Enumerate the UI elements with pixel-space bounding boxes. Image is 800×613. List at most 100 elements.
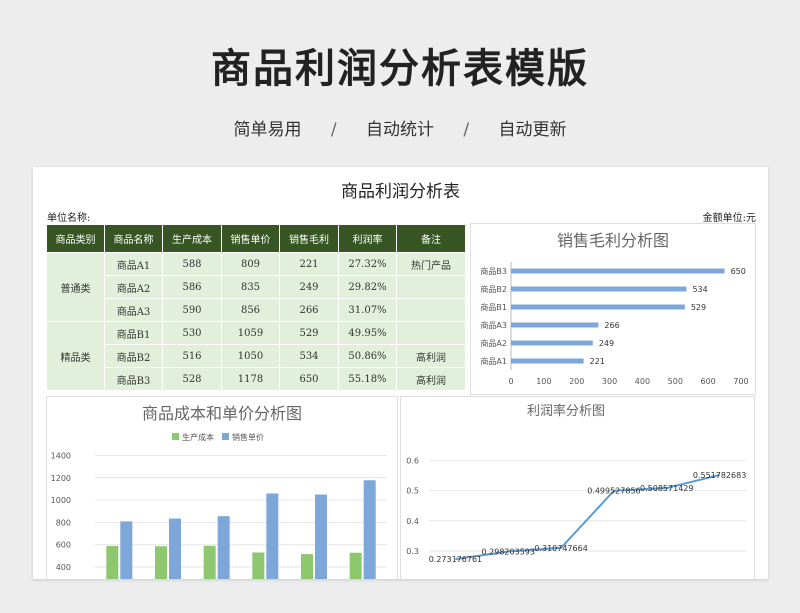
name-cell: 商品B3: [104, 367, 163, 391]
table-row: 商品B2 516 1050 534 50.86% 高利润: [47, 344, 466, 368]
y-tick-label: 商品B3: [480, 266, 507, 276]
price-cell: 856: [221, 298, 280, 322]
rate-cell: 31.07%: [338, 298, 397, 322]
table-row: 商品B3 528 1178 650 55.18% 高利润: [47, 367, 466, 391]
name-cell: 商品A2: [104, 275, 163, 299]
bar: [217, 516, 230, 579]
name-cell: 商品B1: [104, 321, 163, 345]
legend-label: 生产成本: [182, 432, 214, 442]
column-header: 商品名称: [104, 224, 163, 253]
bar: [252, 552, 265, 579]
bar: [511, 304, 685, 310]
data-label: 249: [599, 339, 614, 348]
note-cell: 高利润: [396, 344, 466, 368]
table-row: 商品A3 590 856 266 31.07%: [47, 298, 466, 322]
x-tick-label: 500: [668, 377, 683, 386]
bar: [363, 480, 376, 579]
unit-name-label: 单位名称:: [47, 213, 91, 224]
data-label: 266: [604, 321, 619, 330]
name-cell: 商品B2: [104, 344, 163, 368]
cost-cell: 590: [162, 298, 222, 322]
data-label: 221: [590, 357, 605, 366]
x-tick-label: 100: [536, 377, 551, 386]
cost-cell: 530: [162, 321, 222, 345]
profit-rate-chart-svg: 利润率分析图 0.3 0.4 0.5 0.6 0.2731767610.29820359…: [406, 403, 746, 564]
note-cell: [396, 298, 466, 322]
cost-cell: 516: [162, 344, 222, 368]
table-row: 商品A2 586 835 249 29.82%: [47, 275, 466, 299]
gross-profit-chart-svg: 销售毛利分析图 0 100 200 300 400 500 600 700 商品A1 221 商品A…: [480, 231, 748, 386]
data-label: 0.508571429: [640, 484, 693, 493]
data-label: 534: [692, 285, 707, 294]
bar: [511, 358, 584, 364]
price-cell: 809: [221, 252, 280, 276]
column-header: 备注: [396, 224, 466, 253]
y-tick-label: 0.6: [406, 456, 419, 465]
x-tick-label: 700: [733, 377, 748, 386]
y-tick-label: 1400: [51, 452, 71, 461]
sheet-title: 商品利润分析表: [341, 182, 460, 202]
chart-title: 利润率分析图: [527, 403, 605, 419]
column-header: 销售单价: [221, 224, 280, 253]
subtitle-separator: /: [330, 120, 337, 140]
table-row: 精品类 商品B1 530 1059 529 49.95%: [46, 321, 466, 391]
profit-cell: 534: [279, 344, 339, 368]
profit-cell: 650: [279, 367, 339, 391]
legend-swatch: [222, 433, 229, 440]
x-tick-label: 200: [569, 377, 584, 386]
price-cell: 1178: [221, 367, 280, 391]
legend-swatch: [172, 433, 179, 440]
page-title: 商品利润分析表模版: [211, 46, 589, 92]
bar: [301, 554, 313, 579]
y-tick-label: 0.5: [406, 487, 419, 496]
cost-cell: 586: [162, 275, 222, 299]
category-cell: 精品类: [46, 321, 105, 391]
y-tick-label: 400: [56, 563, 71, 572]
y-tick-label: 商品A1: [480, 356, 507, 366]
subtitle-item: 自动更新: [498, 120, 567, 140]
note-cell: 热门产品: [396, 252, 466, 276]
legend-label: 销售单价: [232, 432, 264, 442]
data-label: 0.273176761: [429, 555, 482, 564]
table-header-row: 商品类别 商品名称 生产成本 销售单价 销售毛利 利润率 备注: [46, 224, 466, 253]
y-tick-label: 1200: [51, 474, 71, 483]
data-label: 0.298203593: [482, 548, 535, 557]
profit-table: 商品类别 商品名称 生产成本 销售单价 销售毛利 利润率 备注 普通类 商品A1…: [46, 224, 466, 391]
bar: [315, 494, 327, 579]
column-header: 生产成本: [162, 224, 222, 253]
subtitle: 简单易用 / 自动统计 / 自动更新: [0, 115, 800, 140]
name-cell: 商品A3: [104, 298, 163, 322]
y-tick-label: 0.3: [406, 547, 419, 556]
data-label: 529: [691, 303, 706, 312]
cost-cell: 588: [162, 252, 222, 276]
rate-cell: 49.95%: [338, 321, 397, 345]
chart-title: 销售毛利分析图: [557, 231, 669, 250]
note-cell: [396, 321, 466, 345]
profit-cell: 266: [279, 298, 339, 322]
column-header: 利润率: [338, 224, 397, 253]
profit-rate-chart: 利润率分析图 0.3 0.4 0.5 0.6 0.273176761 0.29820359…: [400, 396, 755, 579]
spreadsheet-preview: 商品利润分析表 单位名称: 金额单位:元 商品类别 商品名称 生产成本 销售单价…: [33, 167, 768, 579]
category-cell: 普通类: [46, 252, 105, 322]
price-cell: 1059: [221, 321, 280, 345]
bar: [511, 268, 725, 274]
rate-cell: 29.82%: [338, 275, 397, 299]
y-tick-label: 商品A3: [480, 320, 507, 330]
bar: [120, 521, 133, 579]
chart-title: 商品成本和单价分析图: [142, 404, 302, 423]
rate-cell: 50.86%: [338, 344, 397, 368]
cost-price-chart: 商品成本和单价分析图 生产成本 销售单价 400 600 800 1000 1200 1400: [46, 396, 398, 579]
data-label: 0.499527856: [587, 487, 640, 496]
bar: [266, 493, 279, 579]
y-tick-label: 600: [56, 541, 71, 550]
subtitle-separator: /: [463, 120, 470, 140]
bar: [511, 322, 599, 328]
x-tick-label: 300: [602, 377, 617, 386]
x-tick-label: 400: [635, 377, 650, 386]
profit-cell: 221: [279, 252, 339, 276]
y-tick-label: 商品A2: [480, 338, 507, 348]
y-tick-label: 商品B1: [480, 302, 507, 312]
x-tick-label: 0: [508, 377, 513, 386]
amount-unit-label: 金额单位:元: [702, 213, 756, 224]
profit-cell: 249: [279, 275, 339, 299]
